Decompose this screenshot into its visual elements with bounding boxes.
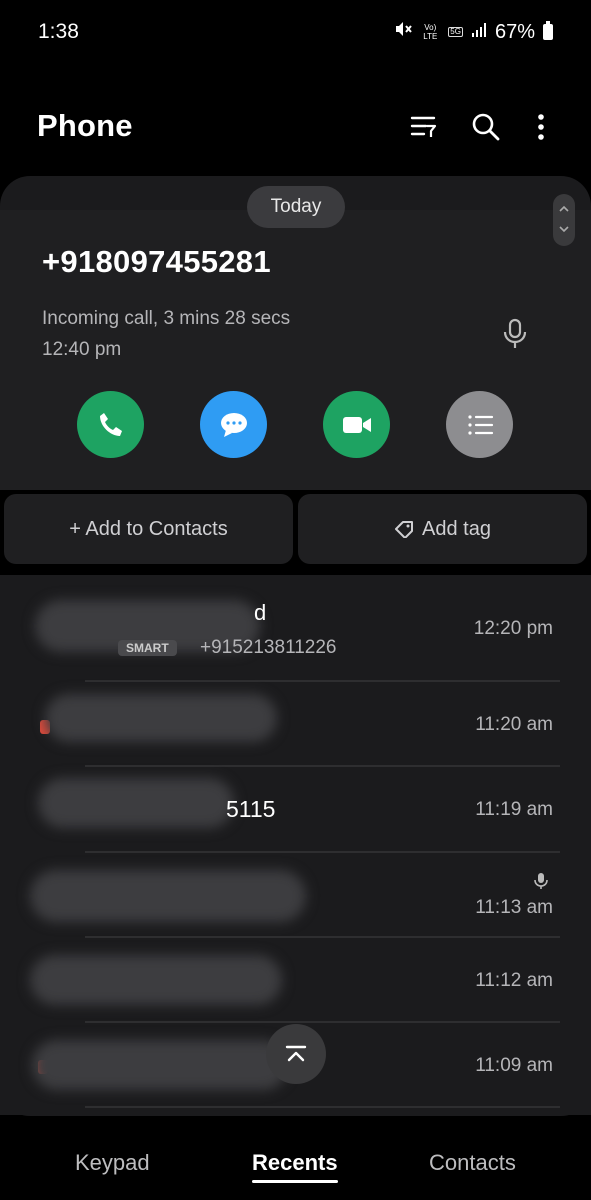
search-icon[interactable] — [469, 110, 503, 144]
divider — [85, 1106, 560, 1108]
date-pill: Today — [247, 186, 345, 228]
redacted-name — [32, 1040, 288, 1090]
tab-keypad[interactable]: Keypad — [75, 1150, 150, 1176]
call-row-time: 11:12 am — [475, 970, 553, 991]
phone-icon — [99, 412, 122, 436]
fast-scroll-handle[interactable] — [553, 194, 575, 246]
video-icon — [342, 416, 371, 433]
list-icon — [467, 414, 493, 435]
battery-percent: 67% — [494, 20, 535, 43]
redacted-name — [45, 694, 277, 742]
add-to-contacts-label: + Add to Contacts — [69, 517, 228, 540]
call-row-name: d — [254, 600, 267, 625]
caller-number: +918097455281 — [42, 244, 271, 279]
call-button[interactable] — [77, 391, 144, 458]
signal-icon — [471, 21, 487, 44]
add-tag-button[interactable]: Add tag — [298, 494, 587, 564]
scroll-top-icon — [285, 1045, 307, 1062]
redacted-name — [30, 870, 306, 922]
volte-icon: Vo) LTE — [423, 23, 438, 41]
mute-icon — [394, 20, 413, 44]
recording-mic-icon — [533, 872, 549, 895]
battery-icon — [543, 21, 553, 40]
add-to-contacts-button[interactable]: + Add to Contacts — [4, 494, 293, 564]
call-time: 12:40 pm — [42, 339, 122, 360]
tag-icon — [395, 521, 414, 538]
tab-recents[interactable]: Recents — [252, 1150, 338, 1176]
tab-contacts[interactable]: Contacts — [429, 1150, 516, 1176]
call-row-time: 11:20 am — [475, 714, 553, 735]
call-row-time: 11:19 am — [475, 799, 553, 820]
status-time: 1:38 — [38, 20, 79, 43]
call-info: Incoming call, 3 mins 28 secs — [42, 308, 291, 329]
network-5g-icon: 5G — [448, 27, 463, 37]
redacted-name — [38, 778, 234, 828]
call-row-number: +915213811226 — [200, 637, 337, 658]
call-row-name: 5115 — [226, 796, 276, 822]
call-row-time: 11:09 am — [475, 1055, 553, 1076]
call-row-time: 12:20 pm — [473, 618, 553, 639]
message-button[interactable] — [200, 391, 267, 458]
recording-mic-icon[interactable] — [501, 318, 529, 355]
page-title: Phone — [37, 108, 133, 143]
scroll-to-top-button[interactable] — [266, 1024, 326, 1084]
redacted-name — [30, 955, 282, 1005]
smart-badge: SMART — [118, 640, 177, 656]
video-call-button[interactable] — [323, 391, 390, 458]
filter-icon[interactable] — [406, 110, 440, 144]
status-icons: Vo) LTE 5G 67% — [394, 20, 553, 44]
active-tab-indicator — [252, 1180, 338, 1183]
call-row-time: 11:13 am — [475, 897, 553, 918]
details-button[interactable] — [446, 391, 513, 458]
message-icon — [220, 412, 247, 437]
add-tag-label: Add tag — [422, 517, 491, 540]
more-options-icon[interactable] — [524, 110, 558, 144]
